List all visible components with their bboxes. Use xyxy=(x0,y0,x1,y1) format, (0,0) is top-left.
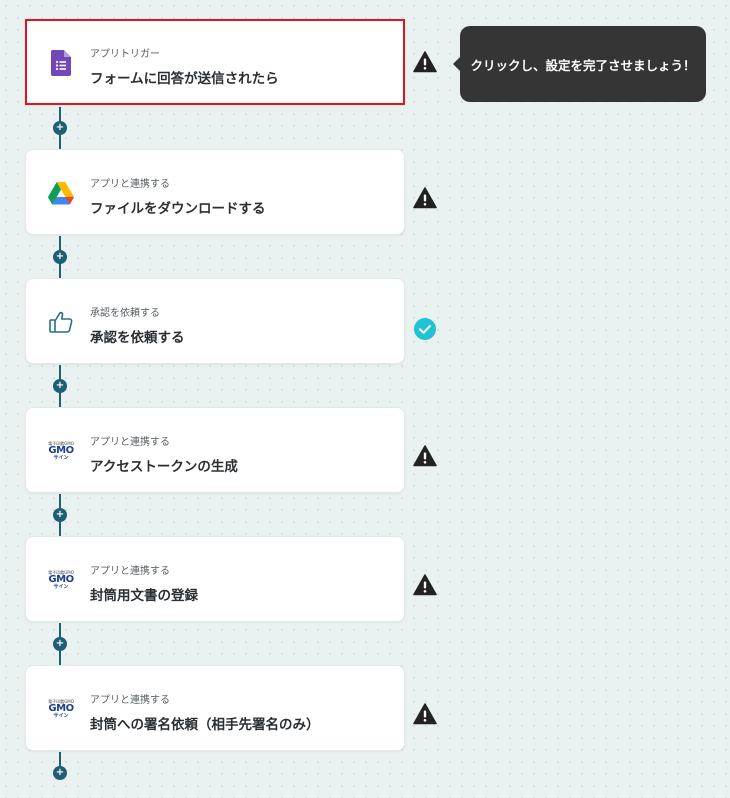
warning-icon xyxy=(413,703,437,725)
step-card-signature-request[interactable]: 電子印鑑GMO GMO サイン アプリと連携する 封筒への署名依頼（相手先署名の… xyxy=(25,665,405,751)
thumbs-up-icon xyxy=(46,308,76,336)
step-subtitle: 承認を依頼する xyxy=(90,308,160,319)
add-step-button[interactable]: + xyxy=(53,250,67,264)
gmo-sign-logo: 電子印鑑GMO GMO サイン xyxy=(48,569,74,590)
step-subtitle: アプリと連携する xyxy=(90,179,170,190)
step-subtitle: アプリと連携する xyxy=(90,566,170,577)
tooltip-text: クリックし、設定を完了させましょう！ xyxy=(470,57,696,73)
step-card-approval[interactable]: 承認を依頼する 承認を依頼する xyxy=(25,278,405,364)
tooltip: クリックし、設定を完了させましょう！ xyxy=(453,26,706,102)
warning-icon xyxy=(413,445,437,467)
check-icon xyxy=(414,318,436,340)
gmo-sign-logo: 電子印鑑GMO GMO サイン xyxy=(48,698,74,719)
step-card-access-token[interactable]: 電子印鑑GMO GMO サイン アプリと連携する アクセストークンの生成 xyxy=(25,407,405,493)
step-title: 承認を依頼する xyxy=(90,330,185,346)
add-step-button[interactable]: + xyxy=(53,766,67,780)
warning-icon xyxy=(413,574,437,596)
step-title: アクセストークンの生成 xyxy=(90,459,238,475)
step-card-drive-download[interactable]: アプリと連携する ファイルをダウンロードする xyxy=(25,149,405,235)
add-step-button[interactable]: + xyxy=(53,379,67,393)
step-title: 封筒用文書の登録 xyxy=(90,588,198,604)
step-subtitle: アプリと連携する xyxy=(90,695,170,706)
step-subtitle: アプリと連携する xyxy=(90,437,170,448)
warning-icon xyxy=(413,51,437,73)
add-step-button[interactable]: + xyxy=(53,637,67,651)
warning-icon xyxy=(413,187,437,209)
step-title: フォームに回答が送信されたら xyxy=(90,71,279,87)
google-forms-icon xyxy=(46,49,76,77)
add-step-button[interactable]: + xyxy=(53,121,67,135)
step-subtitle: アプリトリガー xyxy=(90,49,160,60)
step-title: ファイルをダウンロードする xyxy=(90,201,266,217)
step-title: 封筒への署名依頼（相手先署名のみ） xyxy=(90,717,320,733)
add-step-button[interactable]: + xyxy=(53,508,67,522)
gmo-sign-logo: 電子印鑑GMO GMO サイン xyxy=(48,440,74,461)
step-card-form-trigger[interactable]: アプリトリガー フォームに回答が送信されたら xyxy=(25,19,405,105)
google-drive-icon xyxy=(46,179,76,207)
step-card-register-document[interactable]: 電子印鑑GMO GMO サイン アプリと連携する 封筒用文書の登録 xyxy=(25,536,405,622)
